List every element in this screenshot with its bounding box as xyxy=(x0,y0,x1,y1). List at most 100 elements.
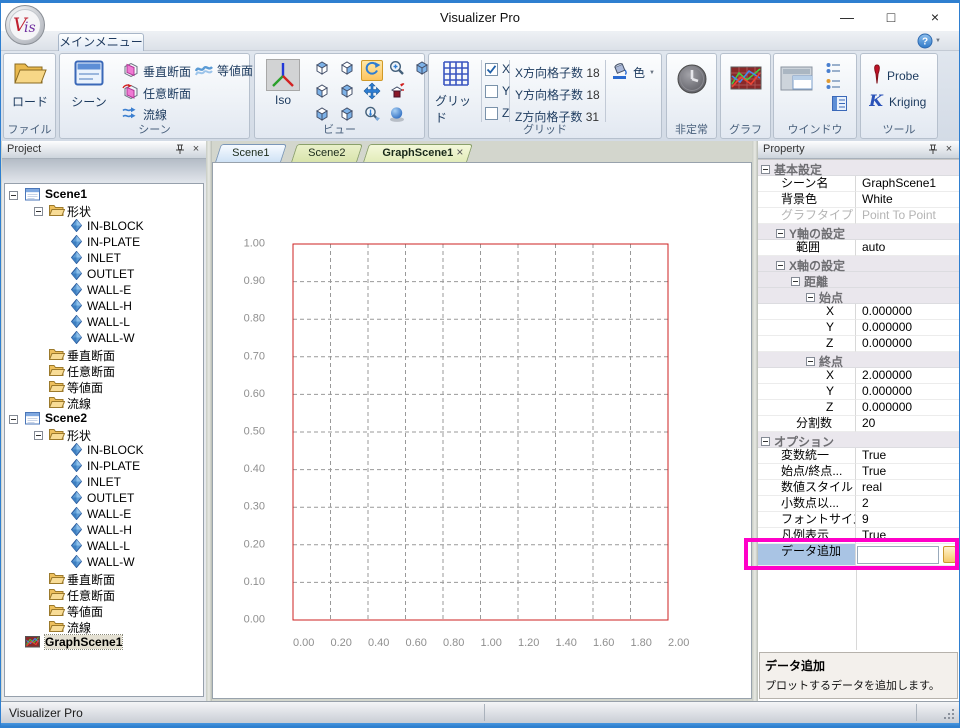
vertical-section-button[interactable]: 垂直断面 xyxy=(122,62,191,81)
pin-icon[interactable] xyxy=(927,144,939,156)
scene-button[interactable]: シーン xyxy=(66,58,112,122)
doc-tab-scene1[interactable]: Scene1 xyxy=(215,144,287,162)
close-button[interactable]: × xyxy=(919,6,951,28)
arbitrary-section-button[interactable]: 任意断面 xyxy=(122,84,191,103)
group-expander-icon[interactable] xyxy=(806,355,815,369)
property-value[interactable]: auto xyxy=(856,240,959,256)
window-tile-button[interactable] xyxy=(779,64,819,114)
cube-left-view-button[interactable] xyxy=(336,83,358,104)
grid-axis-z-checkbox[interactable]: Z xyxy=(485,106,509,120)
transient-button[interactable] xyxy=(674,62,710,118)
tree-item[interactable]: Scene2 xyxy=(5,410,203,426)
pin-icon[interactable] xyxy=(174,144,186,156)
property-close-icon[interactable]: × xyxy=(943,144,955,156)
help-button[interactable]: ? ▼ xyxy=(917,33,945,49)
grid-axis-x-checkbox[interactable]: X xyxy=(485,62,510,76)
tree-item[interactable]: 流線 xyxy=(5,394,203,410)
tree-item[interactable]: WALL-H xyxy=(5,522,203,538)
grid-axis-y-checkbox[interactable]: Y xyxy=(485,84,510,98)
property-value[interactable]: 0.000000 xyxy=(856,384,959,400)
grid-count-value[interactable]: 31 xyxy=(586,110,599,124)
property-row-decimal-places[interactable]: 小数点以...2 xyxy=(758,496,959,512)
property-row-graph-type[interactable]: グラフタイプPoint To Point xyxy=(758,208,959,224)
tree-item[interactable]: 形状 xyxy=(5,426,203,442)
tree-item[interactable]: WALL-W xyxy=(5,554,203,570)
property-row-add-data[interactable]: データ追加 xyxy=(758,544,959,566)
tree-item[interactable]: 等値面 xyxy=(5,602,203,618)
tree-item[interactable]: IN-BLOCK xyxy=(5,218,203,234)
window-list-button[interactable] xyxy=(826,62,841,78)
property-row-legend-display[interactable]: 凡例表示True xyxy=(758,528,959,544)
group-expander-icon[interactable] xyxy=(761,435,770,449)
property-row-start-y[interactable]: Y0.000000 xyxy=(758,320,959,336)
tree-expander-icon[interactable] xyxy=(34,205,43,219)
probe-button[interactable]: Probe xyxy=(871,64,919,88)
tree-item[interactable]: WALL-L xyxy=(5,314,203,330)
minimize-button[interactable]: — xyxy=(831,6,863,28)
property-value[interactable]: White xyxy=(856,192,959,208)
property-value[interactable]: 0.000000 xyxy=(856,304,959,320)
property-value[interactable]: Point To Point xyxy=(856,208,959,224)
graph-button[interactable] xyxy=(728,64,764,116)
property-row-end-y[interactable]: Y0.000000 xyxy=(758,384,959,400)
add-data-input[interactable] xyxy=(857,546,939,564)
grid-toggle-button[interactable]: グリッド xyxy=(435,59,477,123)
smooth-render-button[interactable] xyxy=(386,106,408,127)
property-row-divisions[interactable]: 分割数20 xyxy=(758,416,959,432)
checkbox-checked-icon[interactable] xyxy=(485,63,498,76)
maximize-button[interactable]: □ xyxy=(875,6,907,28)
property-row-basic-settings[interactable]: 基本設定 xyxy=(758,160,959,176)
tree-item[interactable]: GraphScene1 xyxy=(5,634,203,650)
property-row-unify-variables[interactable]: 変数統一True xyxy=(758,448,959,464)
property-value[interactable]: 0.000000 xyxy=(856,336,959,352)
tree-item[interactable]: WALL-W xyxy=(5,330,203,346)
property-row-background-color[interactable]: 背景色White xyxy=(758,192,959,208)
property-row-start-z[interactable]: Z0.000000 xyxy=(758,336,959,352)
kriging-button[interactable]: K Kriging xyxy=(869,92,926,112)
tree-item[interactable]: 等値面 xyxy=(5,378,203,394)
tab-main-menu[interactable]: メインメニュー xyxy=(58,33,144,51)
tree-item[interactable]: 形状 xyxy=(5,202,203,218)
resize-grip[interactable] xyxy=(943,708,956,721)
tree-item[interactable]: OUTLET xyxy=(5,266,203,282)
checkbox-icon[interactable] xyxy=(485,107,498,120)
property-value[interactable]: GraphScene1 xyxy=(856,176,959,192)
tree-expander-icon[interactable] xyxy=(9,189,18,203)
property-value[interactable]: 2 xyxy=(856,496,959,512)
app-logo-icon[interactable]: V is xyxy=(4,4,46,46)
doc-tab-graphscene1[interactable]: GraphScene1× xyxy=(363,144,473,162)
tree-item[interactable]: Scene1 xyxy=(5,186,203,202)
group-expander-icon[interactable] xyxy=(761,163,770,177)
tree-item[interactable]: INLET xyxy=(5,474,203,490)
grid-color-button[interactable]: 色 ▼ xyxy=(611,62,655,83)
tree-item[interactable]: WALL-L xyxy=(5,538,203,554)
tree-item[interactable]: IN-PLATE xyxy=(5,234,203,250)
project-close-icon[interactable]: × xyxy=(190,144,202,156)
property-value[interactable]: True xyxy=(856,464,959,480)
tree-item[interactable]: WALL-E xyxy=(5,506,203,522)
property-value[interactable]: 9 xyxy=(856,512,959,528)
tree-item[interactable]: IN-BLOCK xyxy=(5,442,203,458)
cube-front-view-button[interactable] xyxy=(311,83,333,104)
cube-top-view-button[interactable] xyxy=(311,60,333,81)
property-row-numeric-style[interactable]: 数値スタイルreal xyxy=(758,480,959,496)
tree-item[interactable]: 流線 xyxy=(5,618,203,634)
grid-color-dropdown-arrow[interactable]: ▼ xyxy=(649,70,655,76)
tree-expander-icon[interactable] xyxy=(9,413,18,427)
tree-item[interactable]: 垂直断面 xyxy=(5,346,203,362)
group-expander-icon[interactable] xyxy=(791,275,800,289)
rotate-view-button[interactable] xyxy=(361,60,383,81)
property-row-y-axis-settings[interactable]: Y軸の設定 xyxy=(758,224,959,240)
group-expander-icon[interactable] xyxy=(806,291,815,305)
add-data-browse-button[interactable] xyxy=(943,546,956,563)
property-row-font-size[interactable]: フォントサイズ9 xyxy=(758,512,959,528)
zoom-in-button[interactable] xyxy=(386,60,408,81)
group-expander-icon[interactable] xyxy=(776,227,785,241)
group-expander-icon[interactable] xyxy=(776,259,785,273)
tree-item[interactable]: 任意断面 xyxy=(5,586,203,602)
grid-count-value[interactable]: 18 xyxy=(586,66,599,80)
isosurface-button[interactable]: 等値面 xyxy=(195,62,253,79)
tree-item[interactable]: OUTLET xyxy=(5,490,203,506)
property-value[interactable]: 0.000000 xyxy=(856,320,959,336)
window-cascade-button[interactable] xyxy=(826,78,841,94)
